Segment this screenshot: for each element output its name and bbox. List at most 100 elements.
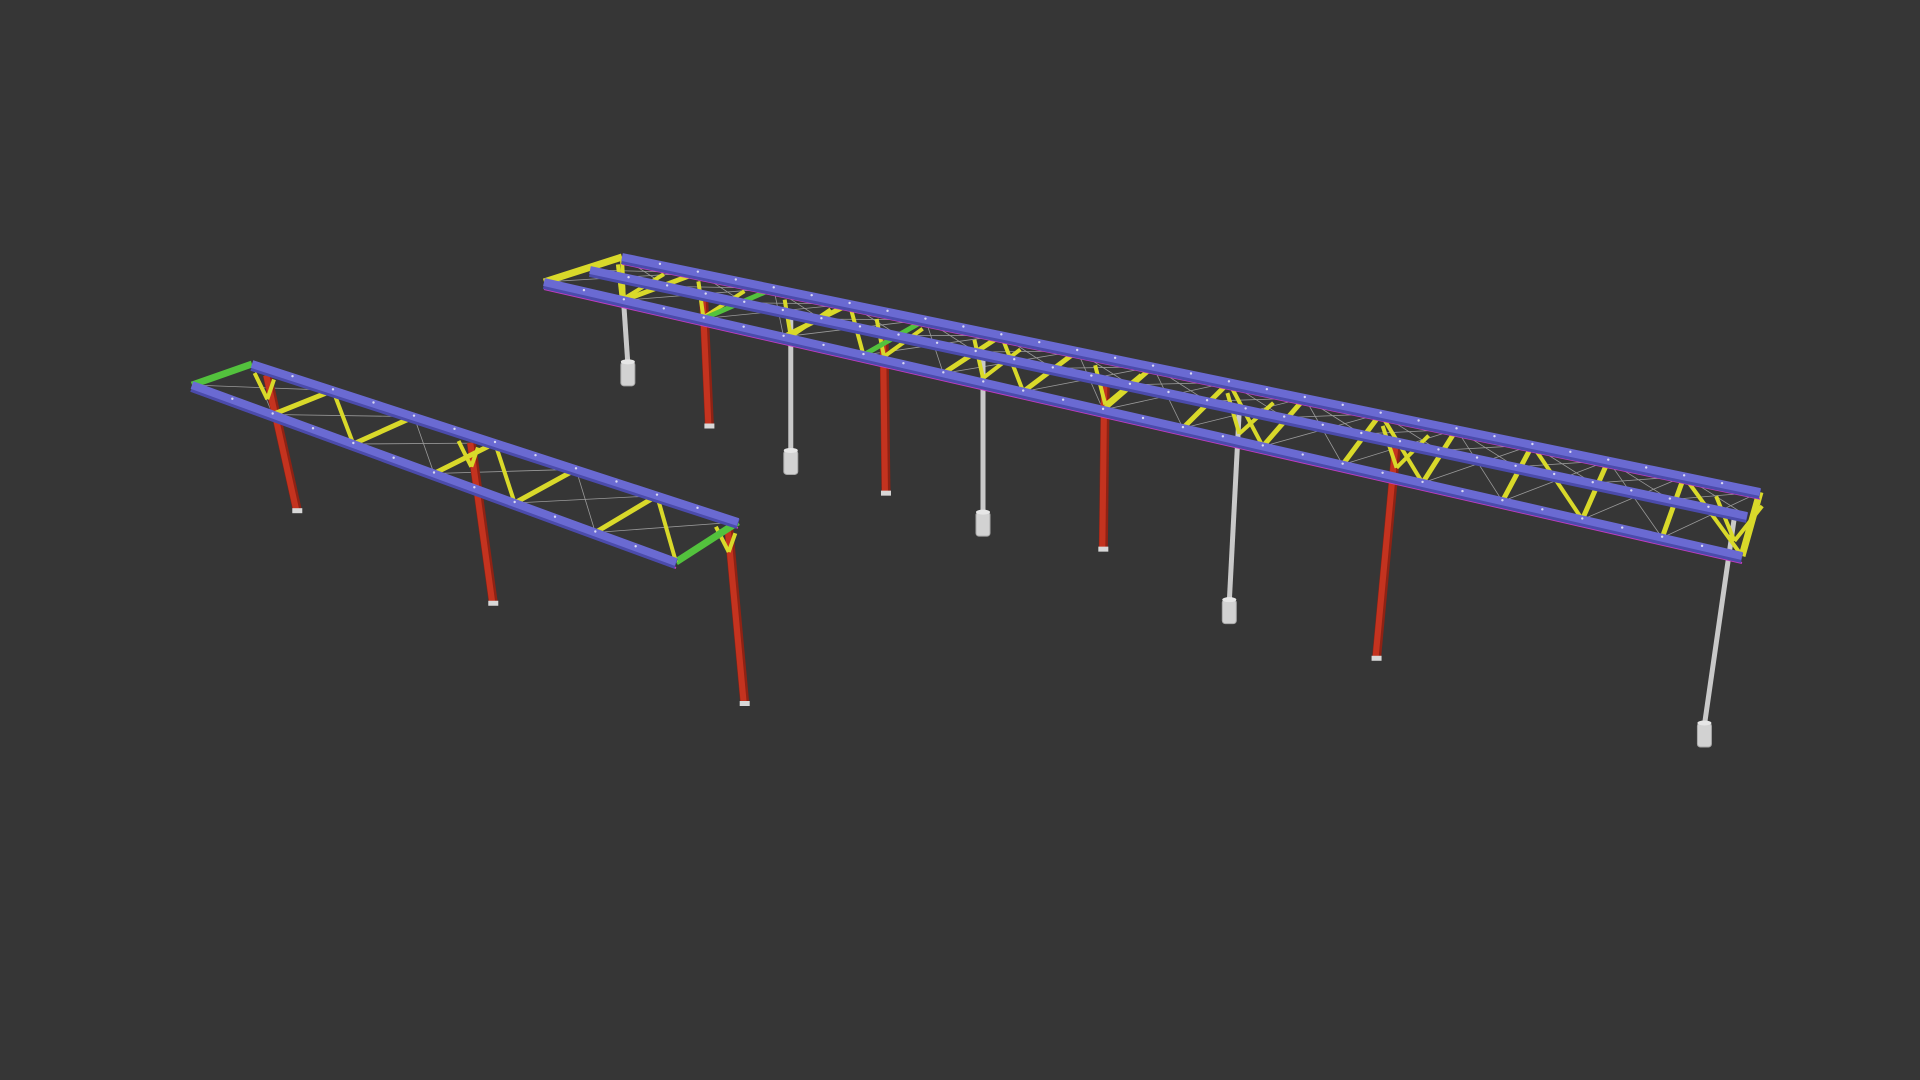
column-base-plate bbox=[488, 600, 499, 606]
pile-footing-top bbox=[1697, 720, 1712, 726]
beam-bolt bbox=[1341, 462, 1344, 465]
beam-bolt bbox=[974, 349, 977, 353]
beam-bolt bbox=[924, 317, 927, 320]
beam-bolt bbox=[1360, 431, 1363, 435]
cross-beam bbox=[513, 467, 578, 506]
beam-bolt bbox=[615, 480, 618, 483]
column-base-plate bbox=[880, 490, 891, 496]
beam-bolt bbox=[702, 316, 705, 319]
beam-bolt bbox=[704, 292, 707, 295]
beam-bolt bbox=[1261, 444, 1265, 447]
beam-bolt bbox=[665, 284, 669, 287]
beam-bolt bbox=[742, 325, 745, 328]
cross-beam bbox=[432, 440, 497, 476]
beam-bolt bbox=[655, 493, 659, 496]
beam-bolt bbox=[1621, 526, 1624, 529]
pile-footing bbox=[620, 361, 636, 387]
beam-bolt bbox=[1051, 366, 1055, 369]
beam-bolt bbox=[311, 427, 315, 430]
beam-bolt bbox=[1167, 390, 1170, 394]
short-walkway-structure bbox=[190, 360, 750, 706]
beam-bolt bbox=[1038, 340, 1041, 344]
beam-bolt bbox=[1244, 407, 1247, 410]
beam-bolt bbox=[662, 307, 665, 310]
pile-footing-top bbox=[783, 447, 798, 453]
steel-column-face bbox=[263, 374, 300, 511]
beam-bolt bbox=[1493, 434, 1496, 438]
column-base-plate bbox=[1371, 655, 1382, 661]
column-base-plate bbox=[704, 423, 715, 429]
beam-bolt bbox=[942, 371, 945, 374]
steel-column-face bbox=[724, 527, 747, 704]
beam-bolt bbox=[1668, 497, 1672, 500]
beam-bolt bbox=[1113, 356, 1117, 360]
beam-bolt bbox=[534, 453, 537, 457]
beam-bolt bbox=[1221, 435, 1225, 438]
beam-bolt bbox=[1189, 372, 1193, 375]
beam-bolt bbox=[432, 471, 436, 474]
beam-bolt bbox=[982, 380, 985, 383]
beam-bolt bbox=[820, 317, 823, 320]
beam-bolt bbox=[935, 341, 939, 344]
beam-bolt bbox=[1022, 389, 1025, 392]
beam-bolt bbox=[1381, 471, 1384, 474]
pile-footing bbox=[1221, 599, 1237, 625]
structure-scene bbox=[190, 253, 1764, 748]
pile-footing-top bbox=[620, 359, 635, 365]
beam-bolt bbox=[412, 414, 416, 417]
beam-bolt bbox=[574, 467, 578, 470]
beam-bolt bbox=[1101, 407, 1105, 411]
beam-bolt bbox=[291, 374, 294, 378]
beam-bolt bbox=[1205, 399, 1209, 402]
beam-bolt bbox=[734, 278, 737, 281]
beam-bolt bbox=[1341, 403, 1344, 407]
beam-bolt bbox=[1303, 395, 1307, 399]
beam-bolt bbox=[696, 270, 700, 273]
beam-bolt bbox=[1461, 489, 1464, 493]
beam-bolt bbox=[1141, 416, 1145, 420]
beam-bolt bbox=[1000, 333, 1003, 336]
beam-bolt bbox=[862, 352, 865, 356]
beam-bolt bbox=[622, 298, 626, 301]
pile-footing bbox=[783, 449, 799, 475]
beam-bolt bbox=[634, 545, 637, 548]
beam-bolt bbox=[392, 456, 395, 459]
cross-beam bbox=[594, 493, 659, 535]
beam-bolt bbox=[1421, 480, 1424, 484]
pile-footing bbox=[1696, 722, 1712, 748]
beam-bolt bbox=[1455, 427, 1458, 430]
beam-bolt bbox=[1581, 517, 1584, 520]
cross-beam bbox=[190, 360, 254, 389]
beam-bolt bbox=[1090, 374, 1093, 377]
beam-bolt bbox=[1013, 358, 1016, 361]
pile-footing-top bbox=[1222, 597, 1237, 603]
column-base-plate bbox=[1098, 546, 1109, 552]
beam-bolt bbox=[1227, 380, 1231, 383]
beam-bolt bbox=[1682, 474, 1686, 477]
beam-bolt bbox=[1128, 382, 1132, 385]
beam-bolt bbox=[1301, 453, 1304, 456]
beam-bolt bbox=[493, 440, 497, 444]
beam-bolt bbox=[772, 286, 775, 289]
beam-bolt bbox=[271, 412, 274, 415]
beam-bolt bbox=[1541, 508, 1544, 511]
long-walkway-structure bbox=[542, 253, 1764, 748]
beam-bolt bbox=[658, 262, 662, 266]
beam-bolt bbox=[331, 388, 335, 391]
beam-bolt bbox=[822, 343, 825, 347]
beam-bolt bbox=[553, 515, 557, 518]
pile-footing bbox=[975, 511, 991, 537]
beam-bolt bbox=[696, 506, 699, 510]
beam-bolt bbox=[962, 325, 965, 328]
beam-bolt bbox=[1660, 535, 1664, 538]
beam-bolt bbox=[781, 308, 785, 312]
beam-bolt bbox=[1076, 348, 1079, 352]
beam-bolt bbox=[1700, 544, 1704, 548]
beam-bolt bbox=[1514, 464, 1517, 467]
column-base-plate bbox=[739, 701, 750, 706]
beam-bolt bbox=[1151, 364, 1155, 367]
beam-bolt bbox=[1475, 456, 1479, 459]
beam-bolt bbox=[1437, 448, 1440, 451]
3d-viewport[interactable] bbox=[0, 0, 1920, 1080]
beam-bolt bbox=[782, 334, 785, 337]
